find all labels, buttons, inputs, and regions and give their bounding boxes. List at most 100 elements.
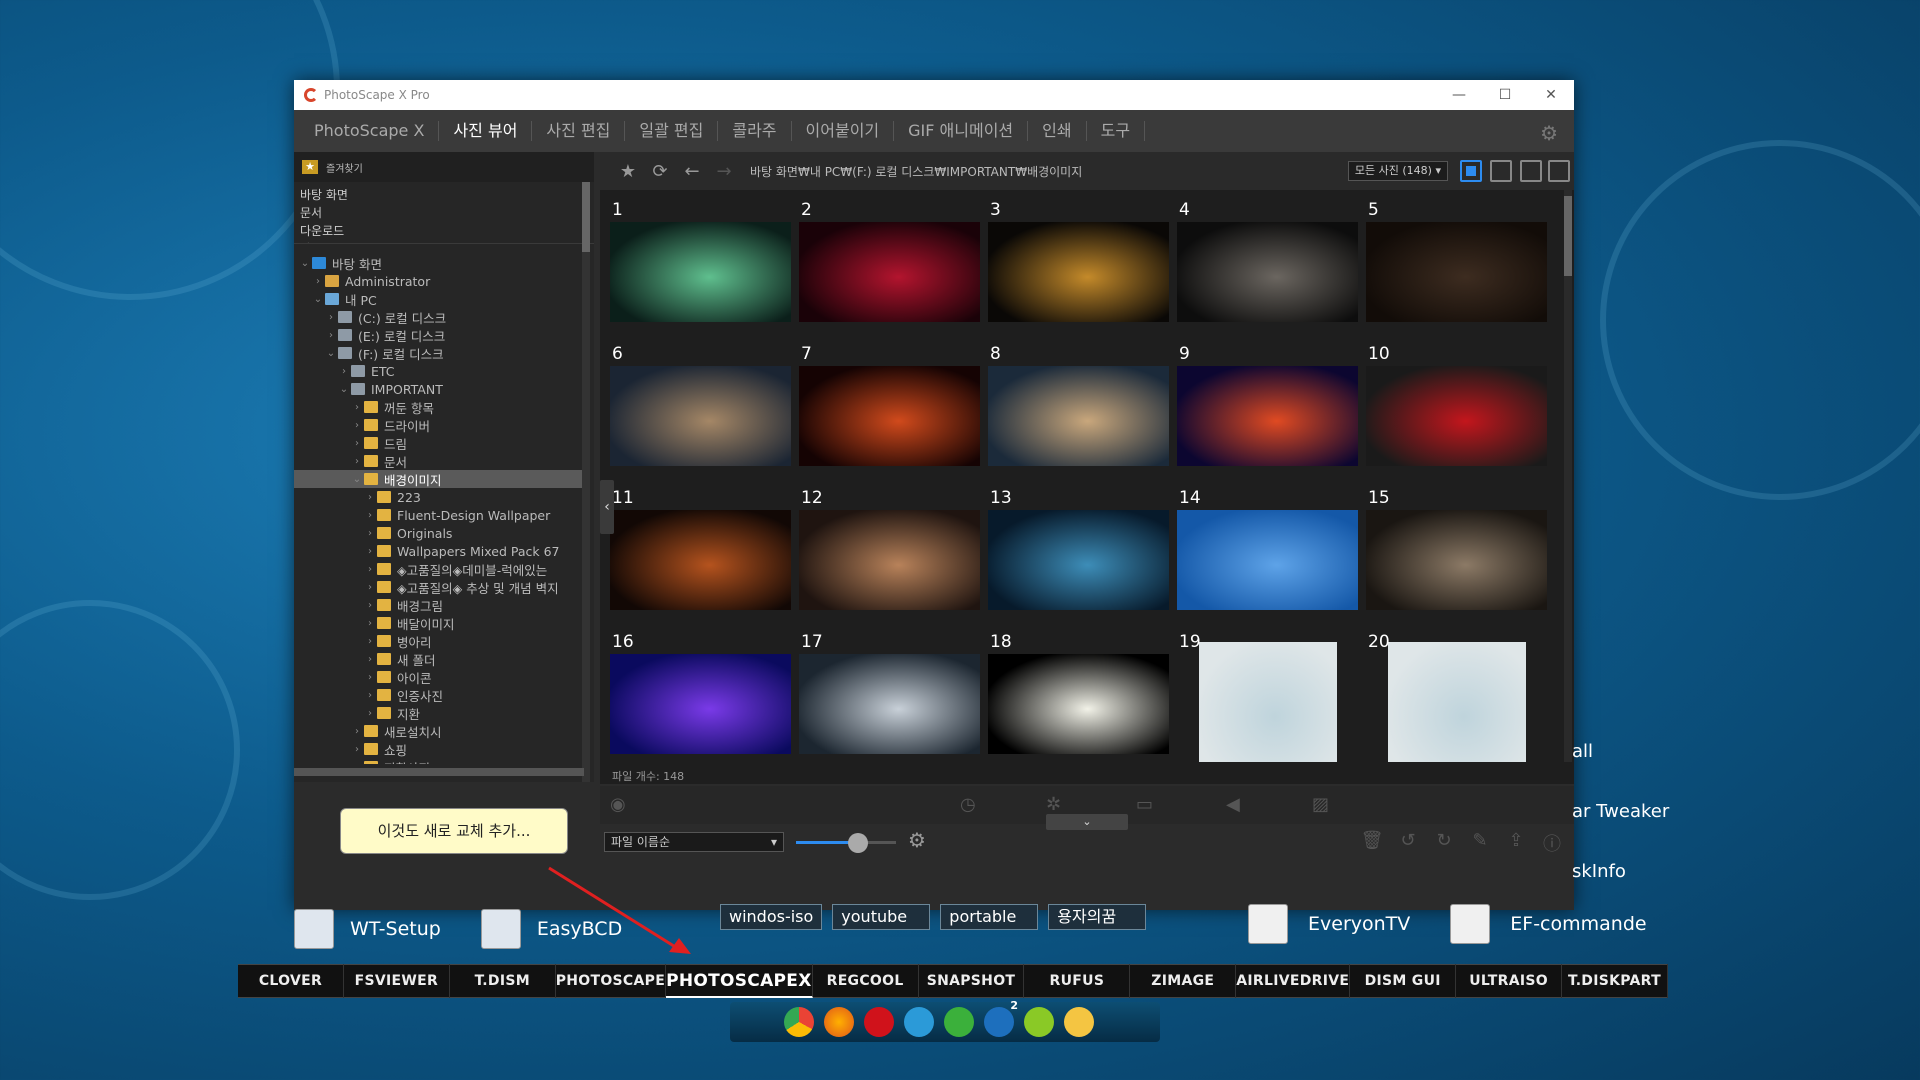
favorite-item[interactable]: 바탕 화면 xyxy=(300,186,588,204)
desktop-folder-tag[interactable]: windos-iso xyxy=(720,904,823,930)
share-icon[interactable]: ⇪ xyxy=(1502,830,1530,856)
desktop-folder-tag[interactable]: portable xyxy=(940,904,1039,930)
thumbnail-cell[interactable]: 4 xyxy=(1177,196,1366,340)
launcher-item[interactable]: T.DISM xyxy=(450,964,556,998)
tree-item[interactable]: › 배경그림 xyxy=(294,596,584,614)
launcher-item[interactable]: REGCOOL xyxy=(813,964,919,998)
thumbnail-image[interactable] xyxy=(799,366,980,466)
thumbnail-settings-gear-icon[interactable]: ⚙ xyxy=(908,828,926,852)
launcher-item[interactable]: T.DISKPART xyxy=(1562,964,1668,998)
tree-item[interactable]: › ◈고품질의◈데미블-럭에있는 xyxy=(294,560,584,578)
thumbnail-image[interactable] xyxy=(988,510,1169,610)
tree-item[interactable]: › Administrator xyxy=(294,272,584,290)
collapse-sidebar-button[interactable]: ‹ xyxy=(600,480,614,534)
forward-arrow-icon[interactable]: → xyxy=(708,161,740,182)
menu-tab-1[interactable]: 사진 뷰어 xyxy=(439,121,533,141)
chevron-right-icon[interactable]: › xyxy=(350,456,364,467)
settings-gear-icon[interactable]: ⚙ xyxy=(1540,121,1558,145)
thumbnail-cell[interactable]: 16 xyxy=(610,628,799,762)
menu-tab-7[interactable]: 인쇄 xyxy=(1028,121,1087,141)
refresh-icon[interactable]: ⟳ xyxy=(644,161,676,182)
tree-item[interactable]: › 223 xyxy=(294,488,584,506)
fullscreen-icon[interactable] xyxy=(1548,160,1570,182)
chevron-right-icon[interactable]: › xyxy=(350,762,364,765)
chevron-right-icon[interactable]: › xyxy=(311,276,325,287)
image-edit-icon[interactable]: ▨ xyxy=(1312,794,1329,815)
chevron-right-icon[interactable]: › xyxy=(363,492,377,503)
chevron-right-icon[interactable]: › xyxy=(350,420,364,431)
sound-icon[interactable]: ◀ xyxy=(1226,794,1240,815)
chevron-right-icon[interactable]: › xyxy=(363,672,377,683)
back-arrow-icon[interactable]: ← xyxy=(676,161,708,182)
desktop-app-shortcut[interactable]: WT-Setup xyxy=(294,909,441,949)
utorrent-icon[interactable] xyxy=(944,1007,974,1037)
chevron-right-icon[interactable]: › xyxy=(324,330,338,341)
tree-item[interactable]: ⌄ IMPORTANT xyxy=(294,380,584,398)
launcher-item[interactable]: SNAPSHOT xyxy=(919,964,1025,998)
tree-item[interactable]: ⌄ 바탕 화면 xyxy=(294,254,584,272)
chevron-right-icon[interactable]: › xyxy=(363,564,377,575)
desktop-folder-tag[interactable]: 용자의꿈 xyxy=(1048,904,1147,930)
thumbnail-size-slider[interactable] xyxy=(796,833,896,853)
edit-icon[interactable]: ✎ xyxy=(1466,830,1494,856)
desktop-folder-tag[interactable]: youtube xyxy=(832,904,931,930)
desktop-side-label[interactable]: ar Tweaker xyxy=(1572,782,1669,842)
rotate-right-icon[interactable]: ↻ xyxy=(1430,830,1458,856)
plane-app-icon[interactable] xyxy=(1064,1007,1094,1037)
tree-item[interactable]: › 지환사진 xyxy=(294,758,584,764)
favorite-item[interactable]: 사진 xyxy=(300,240,588,243)
chevron-down-icon[interactable]: ⌄ xyxy=(337,384,351,395)
thumbnail-cell[interactable]: 13 xyxy=(988,484,1177,628)
thumbnail-cell[interactable]: 12 xyxy=(799,484,988,628)
thumbnail-cell[interactable]: 6 xyxy=(610,340,799,484)
launcher-item[interactable]: ZIMAGE xyxy=(1130,964,1237,998)
thumbnail-cell[interactable]: 20 xyxy=(1366,628,1555,762)
chevron-right-icon[interactable]: › xyxy=(363,636,377,647)
thumbnail-cell[interactable]: 17 xyxy=(799,628,988,762)
grid-scrollbar[interactable] xyxy=(1564,190,1572,762)
thumbnail-image[interactable] xyxy=(988,222,1169,322)
thumbnail-image[interactable] xyxy=(988,366,1169,466)
slider-knob[interactable] xyxy=(848,833,868,853)
thumbnail-image[interactable] xyxy=(1366,510,1547,610)
tray-app-icon[interactable]: 2 xyxy=(984,999,1018,1037)
sort-dropdown[interactable]: 파일 이름순 ▾ xyxy=(604,832,784,852)
launcher-item[interactable]: RUFUS xyxy=(1024,964,1131,998)
chevron-right-icon[interactable]: › xyxy=(363,690,377,701)
tree-item[interactable]: › 드림 xyxy=(294,434,584,452)
rotate-left-icon[interactable]: ↺ xyxy=(1394,830,1422,856)
single-view-icon[interactable] xyxy=(1520,160,1542,182)
menu-tab-5[interactable]: 이어붙이기 xyxy=(792,121,895,141)
thumbnail-image[interactable] xyxy=(1366,222,1547,322)
tree-item[interactable]: › 꺼둔 항목 xyxy=(294,398,584,416)
thumbnail-image[interactable] xyxy=(1177,222,1358,322)
thumbnail-cell[interactable]: 10 xyxy=(1366,340,1555,484)
chevron-right-icon[interactable]: › xyxy=(363,582,377,593)
gif-icon[interactable]: ▭ xyxy=(1136,794,1153,815)
info-icon[interactable]: ⓘ xyxy=(1538,830,1566,856)
launcher-item[interactable]: AIRLIVEDRIVE xyxy=(1236,964,1351,998)
thumbnail-image[interactable] xyxy=(799,222,980,322)
camera-icon[interactable]: ◉ xyxy=(610,794,626,815)
star-icon[interactable]: ★ xyxy=(612,161,644,182)
tree-item[interactable]: › 아이콘 xyxy=(294,668,584,686)
chevron-right-icon[interactable]: › xyxy=(350,744,364,755)
leaf-app-icon[interactable] xyxy=(1024,1007,1054,1037)
sidebar-scrollbar[interactable] xyxy=(582,182,590,782)
launcher-item[interactable]: PHOTOSCAPE xyxy=(556,964,667,998)
desktop-side-label[interactable]: all xyxy=(1572,722,1669,782)
tree-item[interactable]: › 새 폴더 xyxy=(294,650,584,668)
chevron-right-icon[interactable]: › xyxy=(363,510,377,521)
aperture-icon[interactable]: ✲ xyxy=(1046,794,1061,815)
chevron-right-icon[interactable]: › xyxy=(363,528,377,539)
chevron-right-icon[interactable]: › xyxy=(324,312,338,323)
chevron-down-icon[interactable]: ⌄ xyxy=(324,348,338,359)
desktop-app-shortcut[interactable]: EasyBCD xyxy=(480,909,622,949)
tree-item[interactable]: › 배달이미지 xyxy=(294,614,584,632)
thumbnail-image[interactable] xyxy=(610,510,791,610)
tree-item[interactable]: ⌄ 내 PC xyxy=(294,290,584,308)
thumbnail-cell[interactable]: 2 xyxy=(799,196,988,340)
tree-item[interactable]: › Wallpapers Mixed Pack 67 xyxy=(294,542,584,560)
thumbnail-image[interactable] xyxy=(799,510,980,610)
chevron-right-icon[interactable]: › xyxy=(350,438,364,449)
